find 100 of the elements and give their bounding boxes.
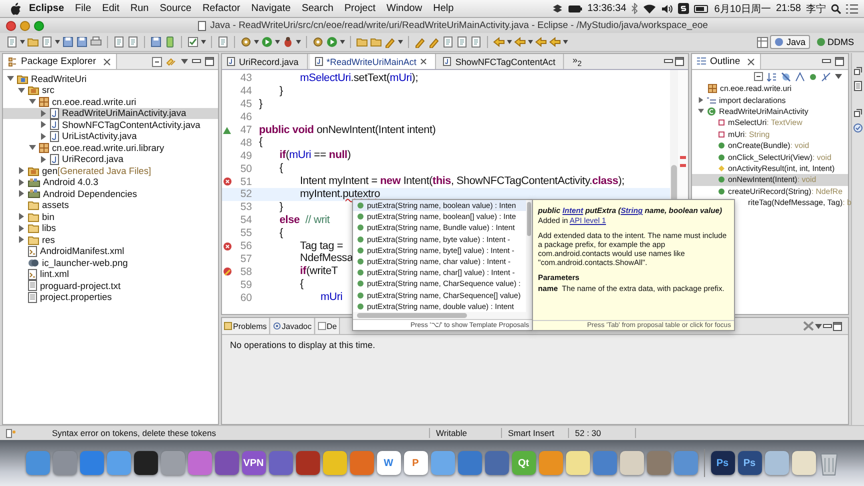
debug-icon[interactable] [282,36,294,48]
battery-icon[interactable] [568,4,582,12]
minimize-icon[interactable] [822,59,831,64]
filter-icon[interactable] [781,72,791,82]
tree-item[interactable]: ReadWriteUriMainActivity.java [3,108,218,119]
maximize-icon[interactable] [835,57,844,66]
tree-item[interactable]: src [3,84,218,96]
save-icon[interactable] [62,36,74,48]
collapse-all-icon[interactable] [754,72,763,81]
document-icon[interactable] [41,36,53,48]
editor-tab[interactable]: UriRecord.java [222,54,308,69]
caret-icon[interactable] [201,40,206,44]
override-icon[interactable] [223,126,231,134]
view-tab[interactable]: Outline [692,54,762,69]
paragraph-icon[interactable] [470,36,482,48]
tree-item[interactable]: res [3,234,218,246]
tree-item[interactable]: UriListActivity.java [3,130,218,142]
download-icon[interactable] [150,36,162,48]
app-icon[interactable]: Ps [738,451,762,475]
open-perspective-icon[interactable] [757,36,768,48]
tree-item[interactable]: cn.eoe.read.write.uri.library [3,142,218,154]
expand-arrow-icon[interactable] [698,108,704,114]
expand-arrow-icon[interactable] [18,190,25,198]
tree-item[interactable]: lint.xml [3,268,218,280]
marker-icon[interactable] [414,36,426,48]
save-icon[interactable] [76,36,88,48]
close-button[interactable] [6,20,16,30]
sort-icon[interactable] [767,72,777,82]
app-icon[interactable]: W [376,451,400,475]
menu-item[interactable]: Help [430,3,457,14]
scrollbar[interactable] [353,312,532,319]
wifi-icon[interactable] [643,4,656,14]
tree-item[interactable]: Android Dependencies [3,188,218,200]
error-icon[interactable] [222,242,232,251]
expand-arrow-icon[interactable] [18,236,25,244]
bluetooth-icon[interactable] [631,3,638,14]
pencil-icon[interactable] [384,36,396,48]
editor-tab[interactable]: *ReadWriteUriMainAct [310,54,436,69]
perspective-button[interactable]: Java [770,35,810,49]
minimize-icon[interactable] [823,324,832,328]
caret-icon[interactable] [254,40,259,44]
clear-icon[interactable] [803,321,814,331]
close-icon[interactable] [420,58,428,65]
menu-item[interactable]: Refactor [199,3,244,14]
document-icon[interactable] [113,36,125,48]
caret-icon[interactable] [55,40,60,44]
menu-item[interactable]: Window [384,3,426,14]
expand-arrow-icon[interactable] [29,98,36,106]
restore-icon[interactable] [854,67,862,75]
caret-icon[interactable] [398,40,403,44]
expand-arrow-icon[interactable] [7,75,14,82]
folder-icon[interactable] [370,36,382,48]
expand-arrow-icon[interactable] [29,144,36,152]
view-menu-icon[interactable] [815,324,822,328]
tree-item[interactable]: AndroidManifest.xml [3,246,218,257]
menu-item[interactable]: Eclipse [26,3,68,14]
task-list-icon[interactable] [853,123,863,133]
expand-arrow-icon[interactable] [18,224,25,232]
tree-item[interactable]: Android 4.0.3 [3,176,218,188]
view-tab[interactable]: Javadoc [270,318,315,334]
minimize-icon[interactable] [664,59,673,64]
restore-icon[interactable] [854,109,862,117]
menu-item[interactable]: Edit [99,3,122,14]
close-icon[interactable] [747,58,756,66]
perspective-button[interactable]: DDMS [812,35,858,49]
folder-icon[interactable] [356,36,368,48]
tree-item[interactable]: assets [3,200,218,211]
filter-icon[interactable] [821,72,831,82]
error-icon[interactable] [222,177,232,186]
view-tab[interactable]: Package Explorer [3,54,117,69]
expand-arrow-icon[interactable] [18,178,25,186]
view-tab[interactable]: Problems [222,318,270,334]
dot-icon[interactable] [809,72,817,80]
apple-icon[interactable] [10,2,21,15]
caret-icon[interactable] [275,40,280,44]
user-name[interactable]: 李宁 [806,2,826,16]
phone-icon[interactable] [164,36,176,48]
app-icon[interactable] [134,451,158,475]
expand-arrow-icon[interactable] [40,121,47,128]
tree-item[interactable]: UriRecord.java [3,154,218,165]
app-icon[interactable]: VPN [242,451,266,475]
menu-item[interactable]: Search [298,3,336,14]
collapse-all-icon[interactable] [152,56,162,66]
view-menu-icon[interactable] [181,59,188,64]
app-icon[interactable] [792,451,816,475]
filter-icon[interactable] [795,72,805,82]
minimize-button[interactable] [20,20,30,30]
expand-arrow-icon[interactable] [18,213,25,220]
caret-icon[interactable] [563,40,568,44]
tree-item[interactable]: ShowNFCTagContentActivity.java [3,119,218,130]
search-icon[interactable] [831,4,841,14]
caret-icon[interactable] [296,40,301,44]
expand-arrow-icon[interactable] [40,110,47,117]
expand-arrow-icon[interactable] [698,97,704,104]
menu-item[interactable]: Run [127,3,152,14]
view-tab[interactable]: De [316,318,340,334]
menu-item[interactable]: File [72,3,94,14]
menu-item[interactable]: Navigate [248,3,294,14]
tree-item[interactable]: cn.eoe.read.write.uri [3,96,218,108]
gear-icon[interactable] [240,36,252,48]
